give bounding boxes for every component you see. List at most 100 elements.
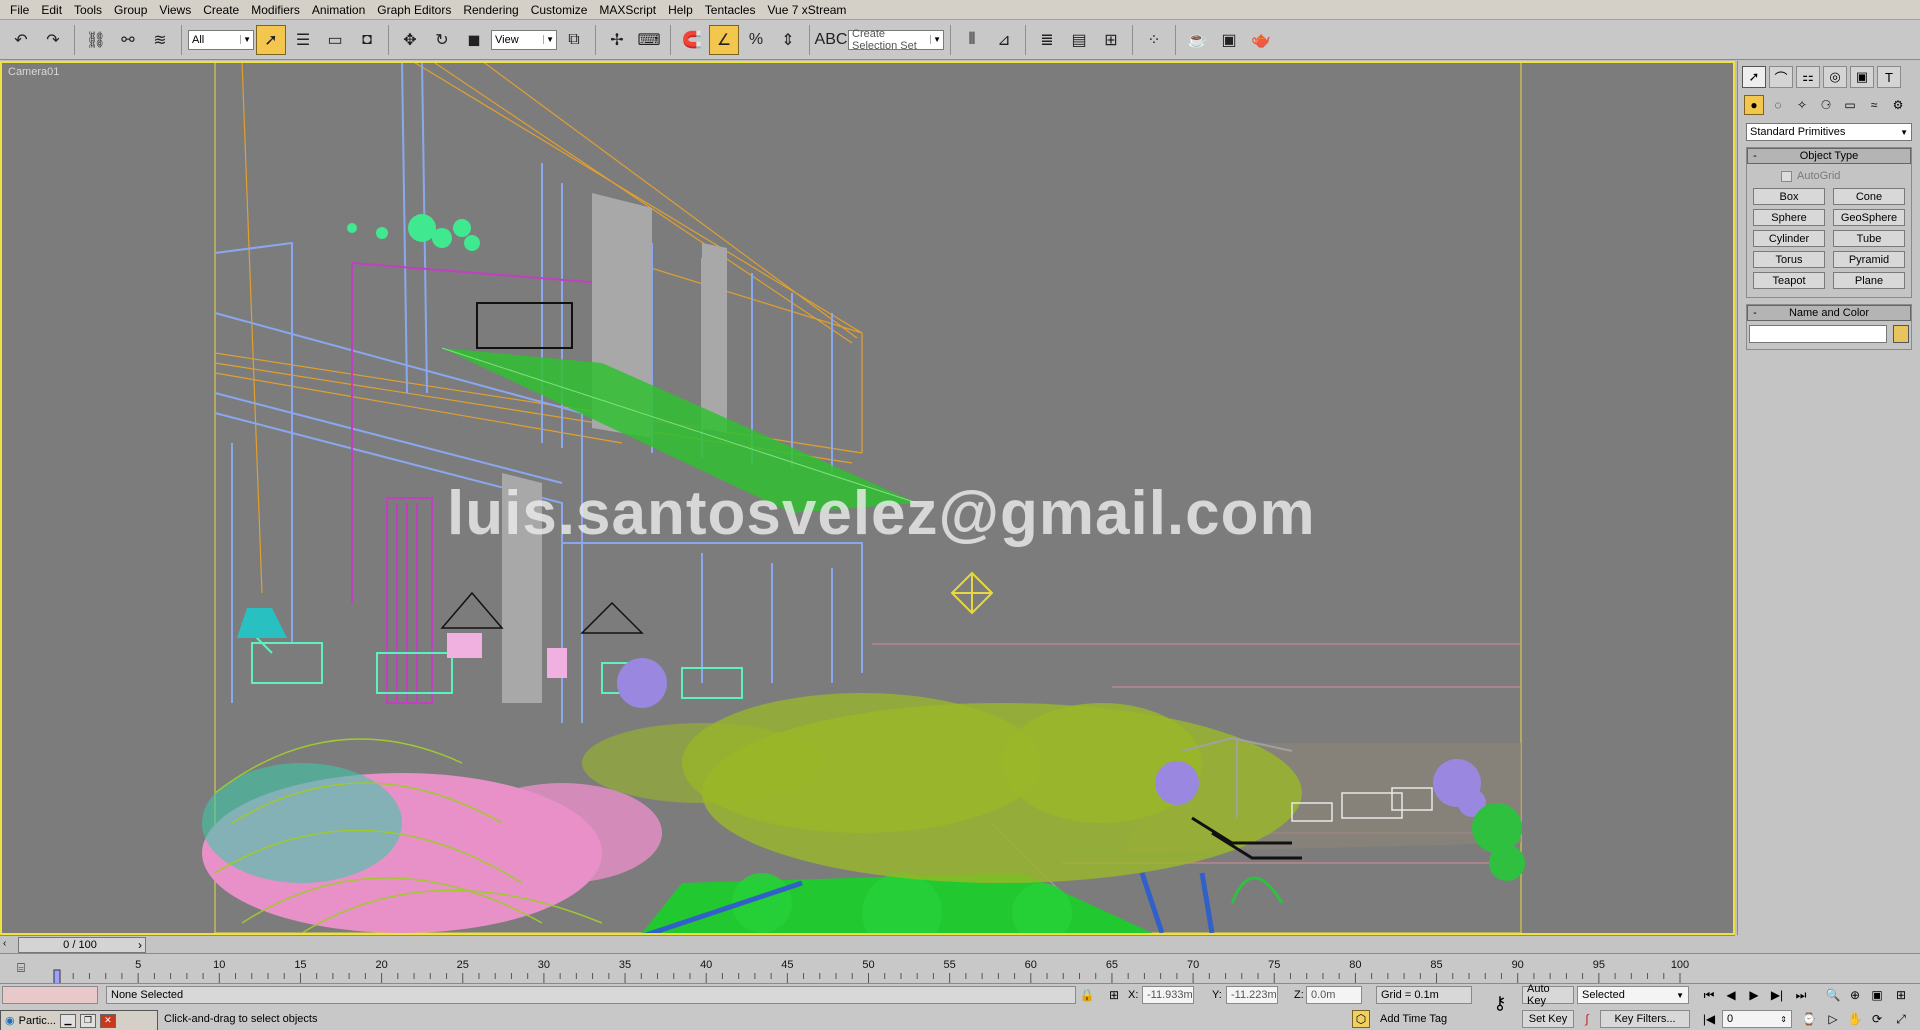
object-name-input[interactable] (1749, 325, 1887, 343)
tube-button[interactable]: Tube (1833, 230, 1905, 247)
menu-views[interactable]: Views (153, 0, 197, 20)
pan-icon[interactable]: ✋ (1846, 1010, 1864, 1028)
key-mode-dropdown[interactable]: Selected ▼ (1577, 986, 1689, 1004)
sphere-button[interactable]: Sphere (1753, 209, 1825, 226)
curve-editor-icon[interactable]: ▤ (1064, 25, 1094, 55)
goto-end-icon[interactable]: ⏭ (1792, 986, 1810, 1004)
time-slider[interactable]: ‹ 0 / 100 › (0, 935, 1735, 953)
y-coordinate-field[interactable]: -11.223m (1226, 986, 1278, 1004)
x-coordinate-field[interactable]: -11.933m (1142, 986, 1194, 1004)
menu-rendering[interactable]: Rendering (457, 0, 524, 20)
maximize-viewport-icon[interactable]: ⤢ (1892, 1010, 1910, 1028)
bind-space-warp-icon[interactable]: ≋ (145, 25, 175, 55)
geometry-icon[interactable]: ● (1744, 95, 1764, 115)
select-object-icon[interactable]: ➚ (256, 24, 286, 55)
menu-file[interactable]: File (4, 0, 35, 20)
key-filters-button[interactable]: Key Filters... (1600, 1010, 1690, 1028)
spinner-snap-icon[interactable]: ⇕ (773, 25, 803, 55)
set-key-icon[interactable]: ⚷ (1485, 993, 1515, 1013)
box-button[interactable]: Box (1753, 188, 1825, 205)
viewport-label[interactable]: Camera01 (8, 66, 59, 78)
pyramid-button[interactable]: Pyramid (1833, 251, 1905, 268)
schematic-view-icon[interactable]: ⊞ (1096, 25, 1126, 55)
layer-manager-icon[interactable]: ≣ (1032, 25, 1062, 55)
taskbar-window-item[interactable]: ◉ Partic... ▁ ❐ ✕ (0, 1010, 158, 1030)
menu-customize[interactable]: Customize (525, 0, 594, 20)
scale-icon[interactable]: ◼ (459, 25, 489, 55)
modify-tab-icon[interactable]: ⌒ (1769, 66, 1793, 88)
current-frame-marker[interactable] (53, 969, 61, 984)
close-icon[interactable]: ✕ (99, 1013, 116, 1028)
pivot-center-icon[interactable]: ⧉ (559, 25, 589, 55)
object-type-header[interactable]: - Object Type (1747, 148, 1911, 164)
time-tag-icon[interactable]: ⬡ (1352, 1010, 1370, 1028)
time-configuration-icon[interactable]: ⌚ (1800, 1010, 1818, 1028)
select-and-link-icon[interactable]: ⛓ (81, 25, 111, 55)
autogrid-checkbox[interactable]: AutoGrid (1751, 168, 1907, 184)
cameras-icon[interactable]: ⚆ (1816, 95, 1836, 115)
camera-viewport[interactable]: Camera01 luis.santosvelez@gmail.com (0, 61, 1735, 935)
undo-icon[interactable]: ↶ (6, 25, 36, 55)
menu-maxscript[interactable]: MAXScript (593, 0, 662, 20)
torus-button[interactable]: Torus (1753, 251, 1825, 268)
space-warps-icon[interactable]: ≈ (1864, 95, 1884, 115)
set-key-button[interactable]: Set Key (1522, 1010, 1574, 1028)
teapot-button[interactable]: Teapot (1753, 272, 1825, 289)
lock-selection-icon[interactable]: 🔒 (1078, 986, 1096, 1004)
chevron-right-icon[interactable]: › (138, 938, 142, 952)
menu-vue-xstream[interactable]: Vue 7 xStream (761, 0, 852, 20)
orbit-icon[interactable]: ⟳ (1868, 1010, 1886, 1028)
object-color-swatch[interactable] (1893, 325, 1909, 343)
systems-icon[interactable]: ⚙ (1888, 95, 1908, 115)
window-crossing-icon[interactable]: ◘ (352, 25, 382, 55)
align-icon[interactable]: ⊿ (989, 25, 1019, 55)
menu-modifiers[interactable]: Modifiers (245, 0, 306, 20)
menu-create[interactable]: Create (197, 0, 245, 20)
rendered-frame-window-icon[interactable]: ▣ (1214, 25, 1244, 55)
geosphere-button[interactable]: GeoSphere (1833, 209, 1905, 226)
snaps-toggle-icon[interactable]: 🧲 (677, 25, 707, 55)
track-bar[interactable]: ⌸ 5 10 15 20 25 30 35 40 45 50 55 60 65 70 75 80 85 90 95 1… (0, 953, 1920, 984)
zoom-icon[interactable]: 🔍 (1824, 986, 1842, 1004)
plane-button[interactable]: Plane (1833, 272, 1905, 289)
move-icon[interactable]: ✥ (395, 25, 425, 55)
hierarchy-tab-icon[interactable]: ⚏ (1796, 66, 1820, 88)
quick-render-icon[interactable]: 🫖 (1246, 25, 1276, 55)
cone-button[interactable]: Cone (1833, 188, 1905, 205)
play-icon[interactable]: ▶ (1745, 986, 1763, 1004)
zoom-all-icon[interactable]: ⊕ (1846, 986, 1864, 1004)
material-editor-icon[interactable]: ⁘ (1139, 25, 1169, 55)
add-time-tag-button[interactable]: Add Time Tag (1376, 1010, 1486, 1028)
zoom-extents-all-icon[interactable]: ⊞ (1892, 986, 1910, 1004)
render-setup-icon[interactable]: ☕ (1182, 25, 1212, 55)
manipulate-icon[interactable]: ✢ (602, 25, 632, 55)
utilities-tab-icon[interactable]: T (1877, 66, 1901, 88)
create-tab-icon[interactable]: ➚ (1742, 66, 1766, 88)
restore-icon[interactable]: ❐ (79, 1013, 96, 1028)
time-slider-thumb[interactable]: 0 / 100 › (18, 937, 146, 953)
lights-icon[interactable]: ✧ (1792, 95, 1812, 115)
unlink-icon[interactable]: ⚯ (113, 25, 143, 55)
edit-named-selection-icon[interactable]: ABC (815, 25, 848, 55)
rotate-icon[interactable]: ↻ (427, 25, 457, 55)
key-mode-toggle-icon[interactable]: |◀ (1700, 1010, 1718, 1028)
auto-key-button[interactable]: Auto Key (1522, 983, 1574, 1007)
menu-help[interactable]: Help (662, 0, 699, 20)
menu-tools[interactable]: Tools (68, 0, 108, 20)
rectangular-selection-icon[interactable]: ▭ (320, 25, 350, 55)
z-coordinate-field[interactable]: 0.0m (1306, 986, 1362, 1004)
helpers-icon[interactable]: ▭ (1840, 95, 1860, 115)
maxscript-listener-mini[interactable] (2, 986, 98, 1004)
named-selection-set-dropdown[interactable]: Create Selection Set ▼ (848, 28, 944, 52)
current-frame-spinner[interactable]: 0 ⇕ (1722, 1010, 1792, 1028)
angle-snap-icon[interactable]: ∠ (709, 24, 739, 55)
redo-icon[interactable]: ↷ (38, 25, 68, 55)
previous-frame-icon[interactable]: ◀ (1722, 986, 1740, 1004)
menu-group[interactable]: Group (108, 0, 153, 20)
motion-tab-icon[interactable]: ◎ (1823, 66, 1847, 88)
mirror-icon[interactable]: ⫴ (957, 25, 987, 55)
zoom-extents-icon[interactable]: ▣ (1868, 986, 1886, 1004)
reference-coordinate-dropdown[interactable]: View ▼ (491, 29, 557, 50)
name-and-color-header[interactable]: - Name and Color (1747, 305, 1911, 321)
field-of-view-icon[interactable]: ▷ (1824, 1010, 1842, 1028)
